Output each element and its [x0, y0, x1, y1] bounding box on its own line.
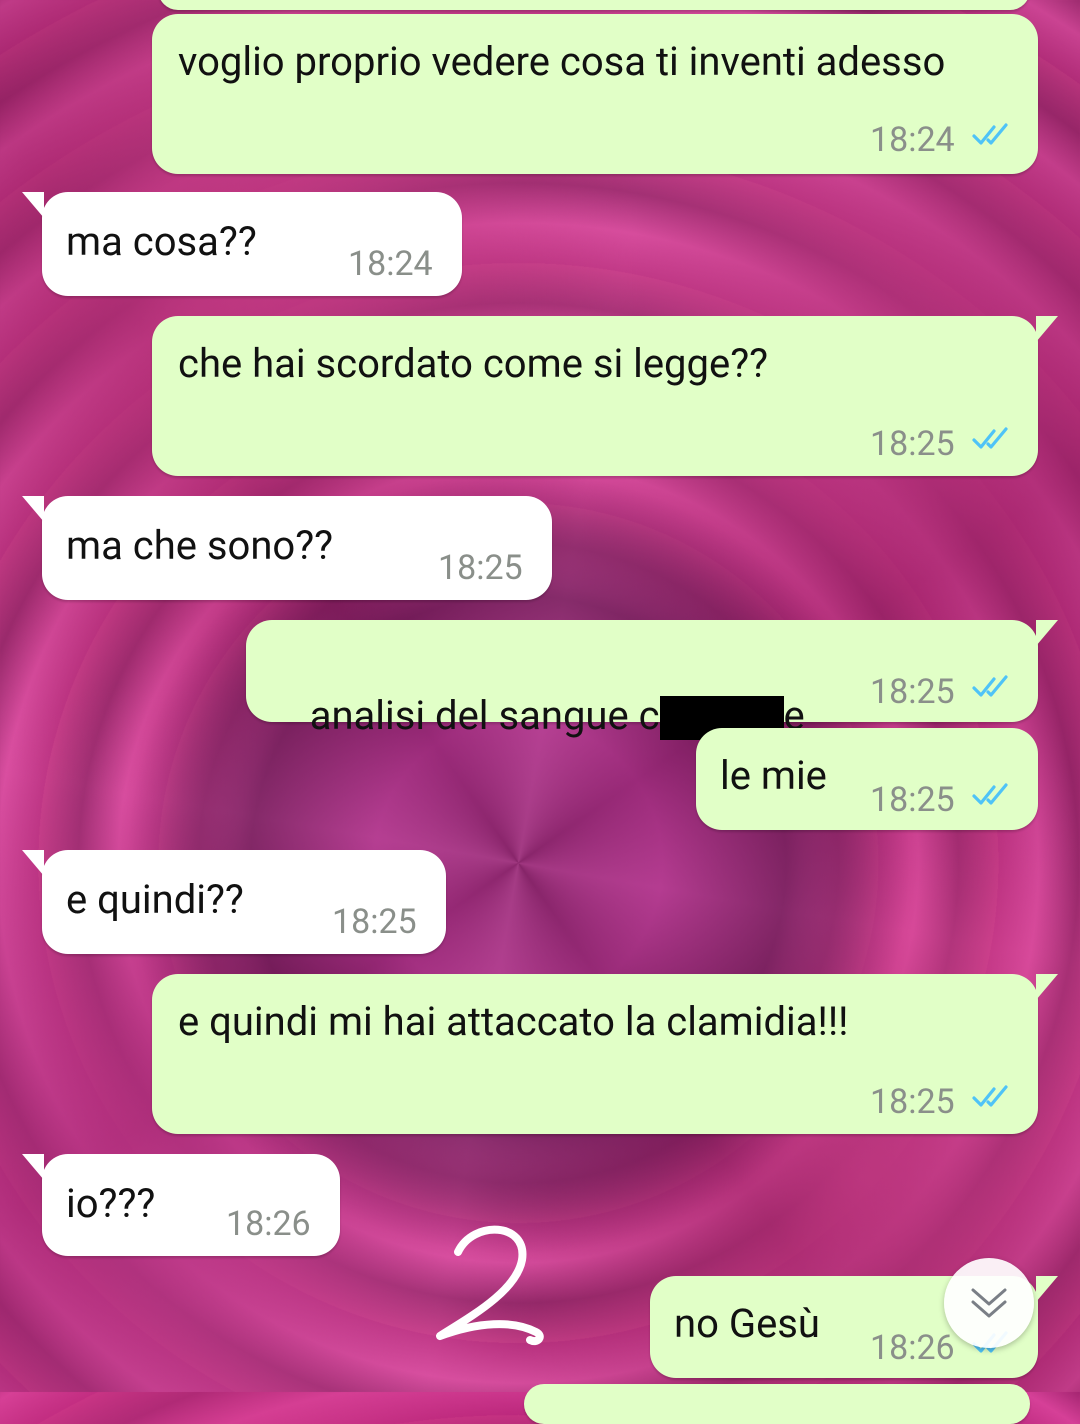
- message-text-start: analisi del sangue c: [309, 692, 660, 739]
- message-time: 18:25: [438, 548, 523, 588]
- message-time: 18:26: [226, 1204, 311, 1244]
- message-time: 18:24: [348, 244, 433, 284]
- message-text: e quindi??: [66, 876, 244, 923]
- message-bubble-incoming[interactable]: io??? 18:26: [22, 1154, 340, 1256]
- double-check-icon: [972, 675, 1008, 697]
- message-time: 18:26: [870, 1328, 955, 1368]
- message-time: 18:25: [870, 1082, 955, 1122]
- double-check-icon: [972, 783, 1008, 805]
- message-bubble-outgoing[interactable]: che hai scordato come si legge?? 18:25: [152, 316, 1058, 476]
- message-text: che hai scordato come si legge??: [178, 340, 768, 387]
- message-text: io???: [66, 1180, 156, 1227]
- double-check-icon: [972, 123, 1008, 145]
- message-text: ma cosa??: [66, 218, 257, 265]
- message-time: 18:24: [870, 120, 955, 160]
- message-bubble-partial[interactable]: [524, 1384, 1030, 1424]
- message-time: 18:25: [870, 780, 955, 820]
- message-bubble-partial[interactable]: [158, 0, 1030, 10]
- message-bubble-incoming[interactable]: ma che sono?? 18:25: [22, 496, 552, 600]
- message-text: voglio proprio vedere cosa ti inventi ad…: [178, 38, 946, 85]
- message-bubble-outgoing[interactable]: voglio proprio vedere cosa ti inventi ad…: [152, 14, 1038, 174]
- message-bubble-incoming[interactable]: e quindi?? 18:25: [22, 850, 446, 954]
- message-bubble-outgoing[interactable]: le mie 18:25: [696, 728, 1038, 830]
- message-bubble-outgoing[interactable]: e quindi mi hai attaccato la clamidia!!!…: [152, 974, 1058, 1134]
- message-bubble-outgoing[interactable]: analisi del sangue ce 18:25: [246, 620, 1058, 741]
- message-text: no Gesù: [674, 1300, 820, 1347]
- double-check-icon: [972, 1085, 1008, 1107]
- message-time: 18:25: [870, 672, 955, 712]
- message-text: ma che sono??: [66, 522, 334, 569]
- double-check-icon: [972, 427, 1008, 449]
- handwritten-number-annotation: [436, 1225, 544, 1345]
- message-time: 18:25: [870, 424, 955, 464]
- message-text: le mie: [720, 752, 827, 799]
- message-time: 18:25: [332, 902, 417, 942]
- message-bubble-incoming[interactable]: ma cosa?? 18:24: [22, 192, 462, 296]
- scroll-to-bottom-button[interactable]: [944, 1258, 1034, 1348]
- message-text: e quindi mi hai attaccato la clamidia!!!: [178, 998, 849, 1045]
- chevron-double-down-icon: [971, 1288, 1007, 1318]
